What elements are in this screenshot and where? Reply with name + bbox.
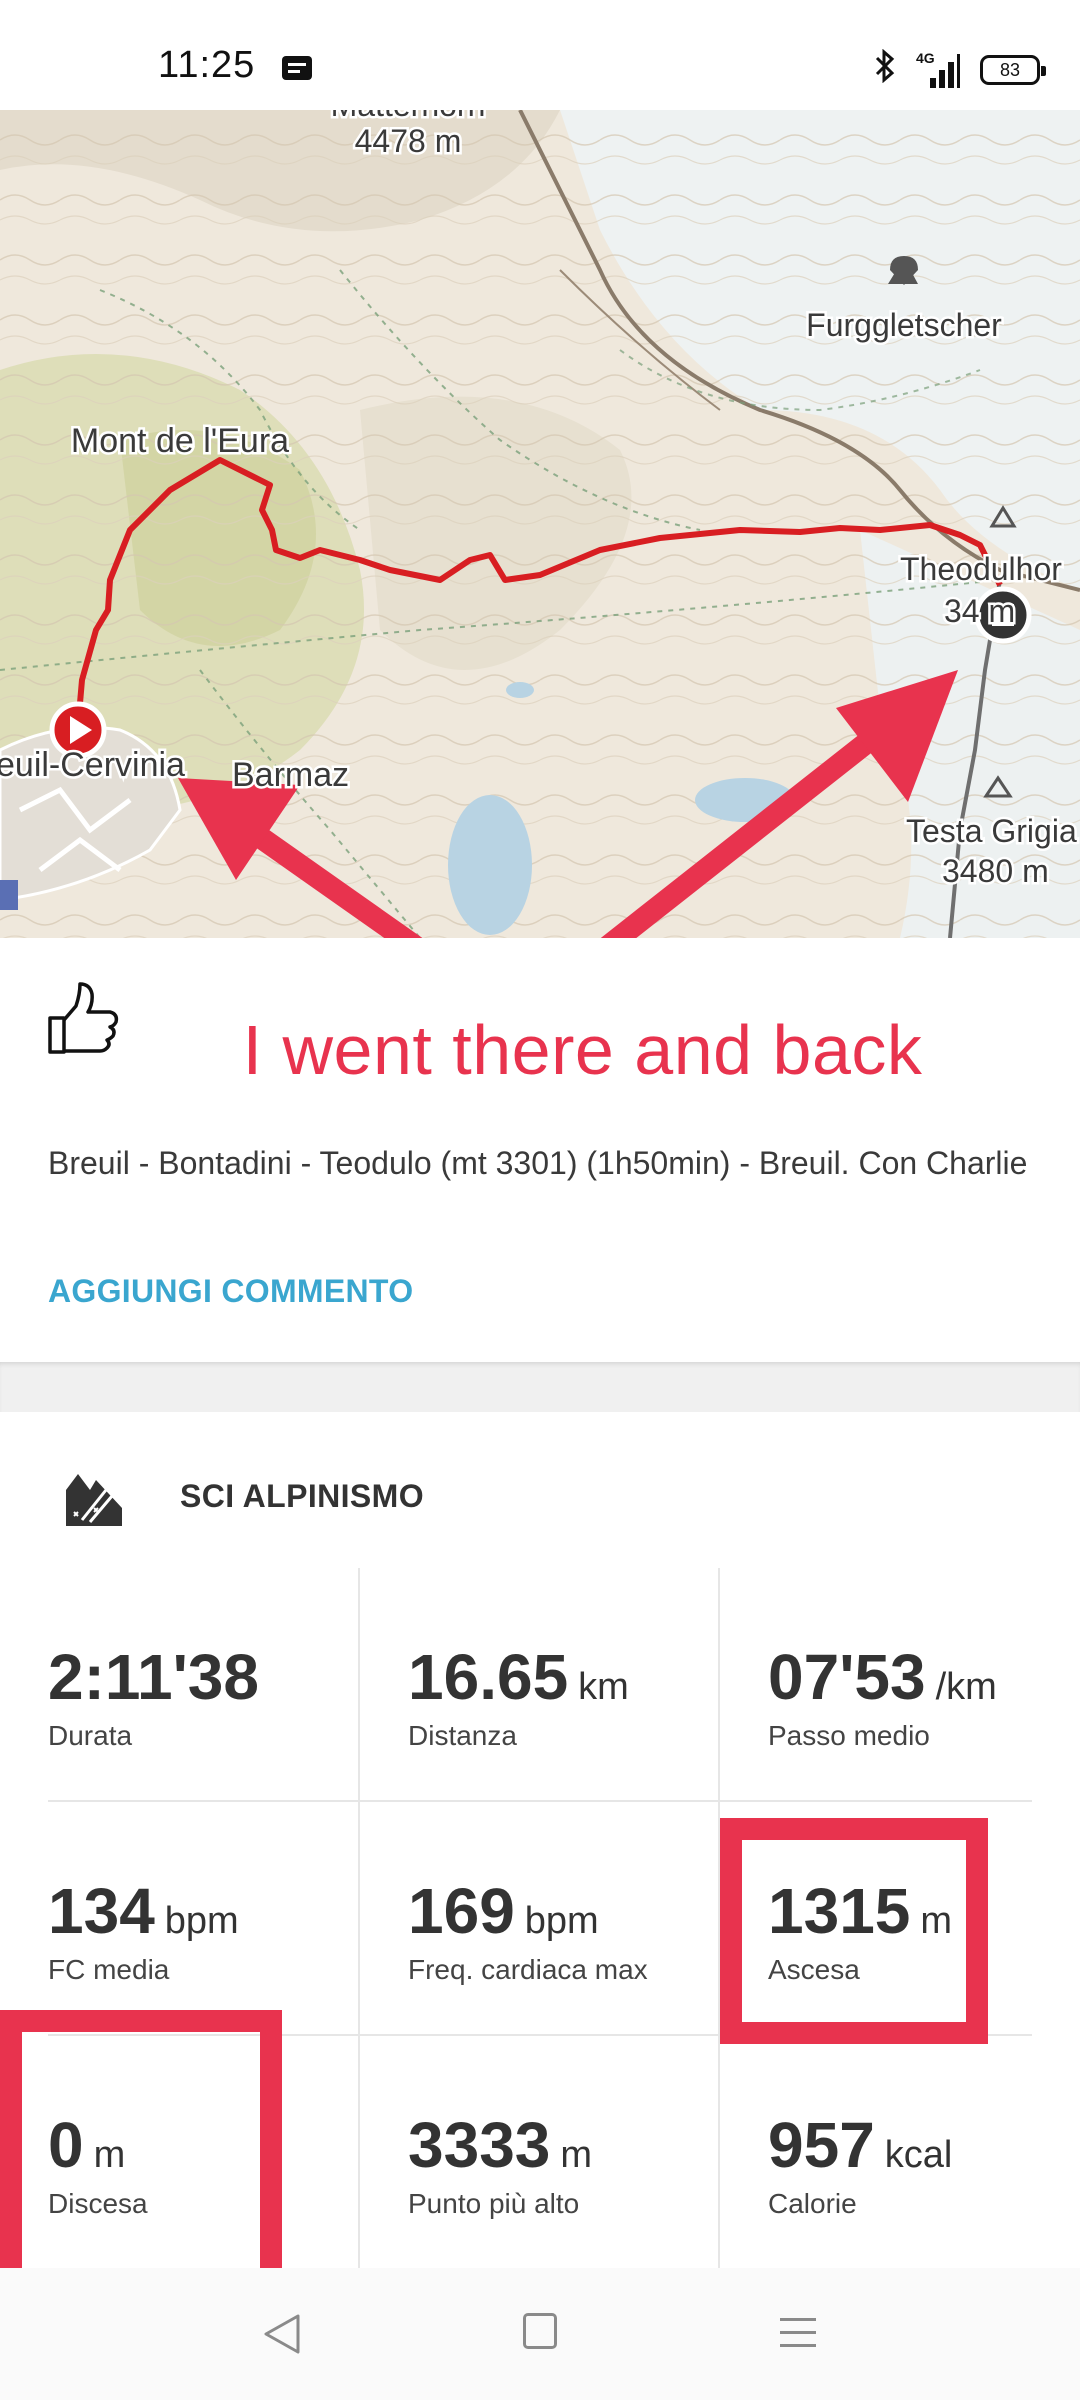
lake — [448, 795, 532, 935]
stat-highest-point: 3333 m Punto più alto — [408, 2036, 720, 2270]
stat-duration: 2:11'38 Durata — [48, 1568, 360, 1802]
map-label-cervinia: euil-Cervinia — [0, 746, 185, 784]
section-divider — [0, 1362, 1080, 1412]
stat-label: Freq. cardiaca max — [408, 1954, 648, 1985]
battery-level: 83 — [999, 59, 1021, 80]
signal-icon: 4G — [916, 50, 960, 88]
stat-value: 134 — [48, 1875, 155, 1947]
stat-value: 169 — [408, 1875, 515, 1947]
stat-value: 07'53 — [768, 1641, 926, 1713]
map-label-testa-grigia-elev: 3480 m — [942, 853, 1049, 889]
activity-description: Breuil - Bontadini - Teodulo (mt 3301) (… — [48, 1145, 1028, 1181]
stat-unit: kcal — [884, 2134, 953, 2176]
add-comment-button[interactable]: AGGIUNGI COMMENTO — [48, 1273, 413, 1310]
stat-distance: 16.65 km Distanza — [408, 1568, 720, 1802]
stat-calories: 957 kcal Calorie — [768, 2036, 1080, 2270]
stat-value: 16.65 — [408, 1641, 569, 1713]
annotation-highlight-ascent — [720, 1818, 988, 2044]
stat-label: Durata — [48, 1720, 133, 1751]
map-label-furggletscher: Furggletscher — [806, 307, 1002, 343]
map-label-barmaz: Barmaz — [232, 756, 349, 794]
stat-unit: bpm — [164, 1900, 239, 1942]
route-map[interactable]: Matterhorn 4478 m Furggletscher Mont de … — [0, 110, 1080, 938]
annotation-text: I went there and back — [242, 1011, 923, 1089]
map-label-theodulhorn-elev: 34 m — [944, 593, 1015, 629]
bluetooth-icon — [874, 48, 896, 92]
map-label-matterhorn-elev: 4478 m — [355, 123, 462, 159]
stat-avg-pace: 07'53/km Passo medio — [768, 1568, 1080, 1802]
map-label-mont-eura: Mont de l'Eura — [71, 422, 289, 460]
stat-label: Calorie — [768, 2188, 857, 2219]
status-time: 11:25 — [158, 44, 256, 86]
stat-unit: m — [560, 2134, 593, 2176]
lake — [506, 682, 534, 698]
back-icon[interactable] — [258, 2312, 308, 2356]
road-marker — [0, 880, 18, 910]
stat-value: 3333 — [408, 2109, 551, 2181]
stat-unit: km — [578, 1666, 629, 1708]
stat-value: 2:11'38 — [48, 1641, 259, 1713]
stat-unit: bpm — [524, 1900, 599, 1942]
status-bar: 11:25 4G 83 — [0, 0, 1080, 110]
stat-unit: /km — [935, 1666, 997, 1708]
message-icon — [282, 56, 312, 80]
stat-label: FC media — [48, 1954, 170, 1985]
stat-value: 957 — [768, 2109, 875, 2181]
stat-max-hr: 169 bpm Freq. cardiaca max — [408, 1802, 720, 2036]
map-label-testa-grigia-name: Testa Grigia — [906, 813, 1077, 849]
menu-icon[interactable] — [780, 2316, 816, 2348]
battery-icon: 83 — [980, 55, 1046, 85]
map-label-matterhorn-name: Matterhorn — [331, 110, 486, 123]
ski-mountaineering-icon — [64, 1468, 124, 1528]
map-label-theodulhorn-name: Theodulhor — [900, 551, 1062, 587]
status-icons: 4G 83 — [874, 48, 1046, 88]
stat-label: Distanza — [408, 1720, 517, 1751]
stat-label: Punto più alto — [408, 2188, 580, 2219]
home-icon[interactable] — [523, 2313, 557, 2349]
stat-avg-hr: 134 bpm FC media — [48, 1802, 360, 2036]
map-canvas[interactable]: Matterhorn 4478 m Furggletscher Mont de … — [0, 110, 1080, 938]
sport-type-label: SCI ALPINISMO — [180, 1478, 425, 1514]
stat-label: Passo medio — [768, 1720, 930, 1751]
